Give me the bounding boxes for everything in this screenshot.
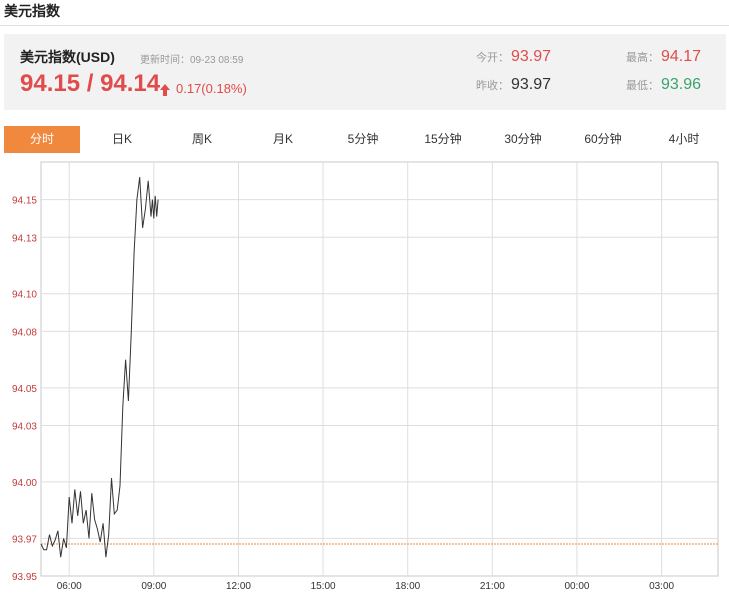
- x-tick-label: 21:00: [480, 581, 505, 592]
- y-tick-label: 94.00: [12, 478, 37, 489]
- x-tick-label: 18:00: [395, 581, 420, 592]
- x-tick-label: 12:00: [226, 581, 251, 592]
- x-tick-label: 00:00: [564, 581, 589, 592]
- y-tick-label: 94.03: [12, 421, 37, 432]
- y-tick-label: 94.08: [12, 327, 37, 338]
- y-tick-label: 94.15: [12, 196, 37, 207]
- y-tick-label: 94.10: [12, 290, 37, 301]
- x-tick-label: 09:00: [141, 581, 166, 592]
- y-tick-label: 93.97: [12, 534, 37, 545]
- price-line: [40, 177, 159, 558]
- x-tick-label: 15:00: [311, 581, 336, 592]
- y-tick-label: 94.13: [12, 233, 37, 244]
- x-tick-label: 06:00: [57, 581, 82, 592]
- y-tick-label: 94.05: [12, 384, 37, 395]
- price-chart: 93.95 93.97 94.00 94.03 94.05 94.08 94.10 94.13…: [12, 161, 719, 592]
- x-tick-label: 03:00: [649, 581, 674, 592]
- y-tick-label: 93.95: [12, 572, 37, 583]
